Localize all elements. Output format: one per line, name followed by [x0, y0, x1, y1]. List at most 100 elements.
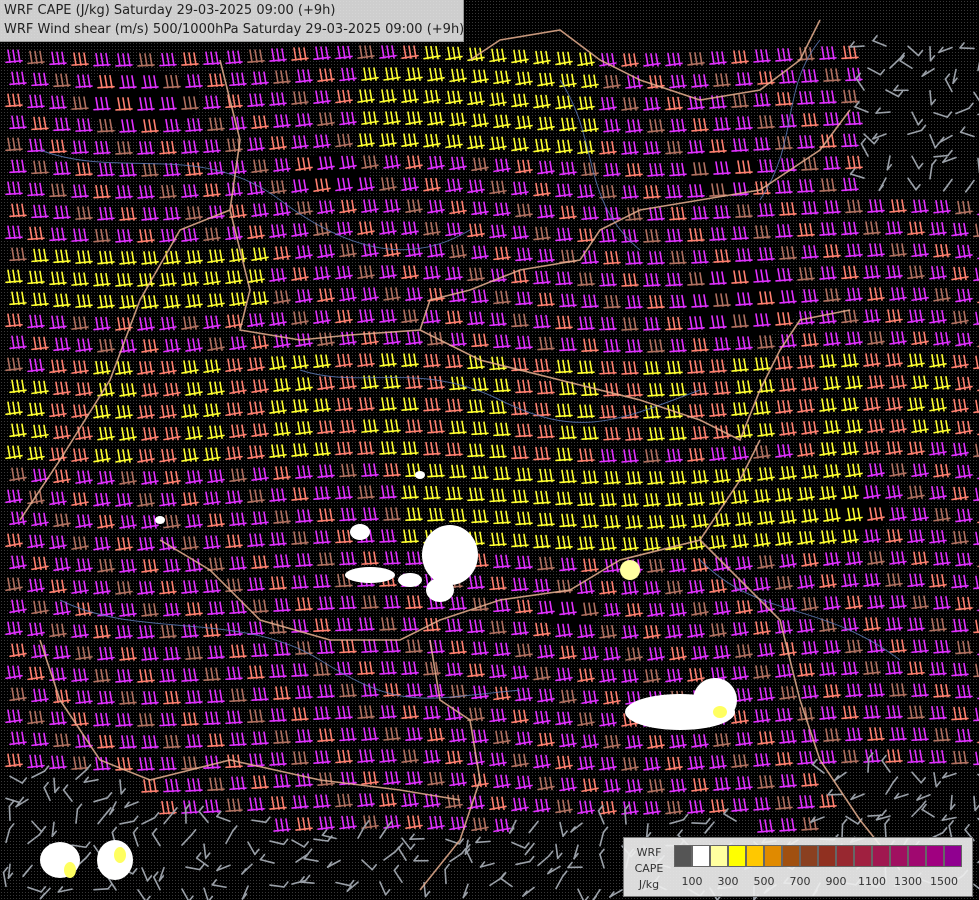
wind-barb	[757, 731, 775, 745]
wind-barb	[555, 403, 573, 418]
wind-barb	[124, 801, 139, 809]
wind-barb	[867, 67, 886, 76]
wind-barb	[423, 133, 441, 148]
wind-barb	[537, 336, 555, 351]
wind-barb	[647, 207, 665, 221]
wind-barb	[709, 227, 727, 241]
wind-barb	[867, 727, 885, 741]
wind-barb	[93, 712, 111, 727]
wind-barb	[317, 332, 335, 346]
wind-barb	[31, 424, 49, 439]
legend-field-label: CAPE	[634, 862, 664, 875]
cape-area	[155, 516, 165, 524]
wind-barb	[49, 711, 67, 726]
wind-barb	[83, 776, 99, 784]
wind-barb	[49, 535, 67, 550]
wind-barb	[225, 270, 243, 285]
wind-barb	[907, 353, 925, 368]
wind-barb	[269, 444, 287, 458]
wind-barb	[229, 248, 247, 263]
legend-tick-label: 1100	[858, 875, 886, 888]
wind-barb	[555, 51, 573, 66]
wind-barb	[581, 294, 599, 309]
wind-barb	[841, 397, 859, 412]
wind-barb	[709, 623, 727, 637]
wind-barb	[845, 331, 863, 346]
legend-tick-label: 1300	[894, 875, 922, 888]
wind-barb	[383, 67, 401, 81]
wind-barb	[929, 89, 937, 106]
wind-barb	[907, 309, 925, 324]
wind-barb	[5, 753, 23, 768]
wind-barb	[163, 690, 181, 705]
wind-barb	[665, 360, 683, 375]
wind-barb	[225, 622, 243, 637]
wind-barb	[119, 427, 137, 441]
wind-barb	[251, 775, 269, 789]
wind-barb	[515, 511, 533, 526]
wind-barb	[163, 602, 181, 617]
wind-barb	[141, 691, 159, 705]
wind-barb	[845, 199, 863, 214]
wind-barb	[445, 354, 463, 369]
wind-barb	[731, 94, 749, 108]
wind-barb	[621, 273, 639, 287]
wind-barb	[225, 402, 243, 417]
wind-barb	[775, 620, 793, 634]
wind-barb	[775, 532, 793, 546]
wind-barb	[609, 889, 623, 898]
wind-barb	[511, 533, 529, 548]
wind-barb	[669, 734, 687, 749]
wind-barb	[317, 288, 335, 302]
wind-barb	[850, 793, 865, 801]
wind-barb	[93, 624, 111, 639]
wind-barb	[801, 333, 819, 347]
wind-barb	[621, 757, 639, 771]
wind-barb	[973, 91, 979, 102]
wind-barb	[313, 310, 331, 324]
wind-barb	[97, 250, 115, 265]
wind-barb	[225, 825, 238, 845]
wind-barb	[819, 354, 837, 368]
wind-barb	[625, 163, 643, 177]
wind-barb	[181, 756, 199, 770]
wind-barb	[203, 447, 221, 462]
wind-barb	[467, 663, 485, 678]
wind-barb	[71, 624, 89, 638]
wind-barb	[185, 294, 203, 308]
wind-barb	[669, 382, 687, 397]
wind-barb	[203, 51, 221, 66]
legend-unit-label: J/kg	[638, 878, 660, 891]
wind-barb	[53, 513, 71, 528]
wind-barb	[326, 859, 341, 868]
border-line	[419, 639, 481, 891]
wind-barb	[361, 639, 379, 653]
wind-barb	[335, 617, 353, 632]
wind-barb	[885, 441, 903, 455]
wind-barb	[5, 823, 15, 844]
wind-barb	[889, 419, 907, 433]
wind-barb	[335, 353, 353, 368]
wind-barb	[577, 96, 595, 111]
wind-barb	[357, 45, 375, 59]
wind-barb	[251, 687, 269, 701]
wind-barb	[621, 581, 639, 595]
wind-barb	[251, 731, 269, 745]
wind-barb	[251, 816, 271, 824]
wind-barb	[599, 712, 617, 727]
wind-barb	[797, 355, 815, 369]
wind-barb	[735, 512, 753, 526]
wind-barb	[907, 177, 921, 191]
wind-barb	[269, 224, 287, 238]
wind-barb	[955, 508, 973, 523]
wind-barb	[449, 596, 467, 611]
wind-barb	[951, 706, 969, 721]
wind-barb	[339, 551, 357, 566]
wind-barb	[185, 778, 203, 792]
wind-barb	[779, 730, 797, 744]
wind-barb	[379, 309, 397, 323]
wind-barb	[929, 133, 941, 149]
wind-barb	[71, 404, 89, 418]
wind-barb	[955, 728, 973, 743]
wind-barb	[559, 689, 577, 704]
